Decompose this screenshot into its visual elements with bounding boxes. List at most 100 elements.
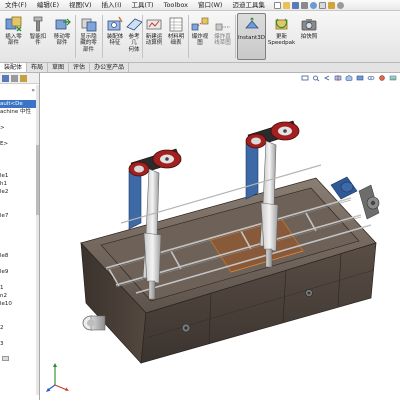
options-icon[interactable] <box>336 1 344 9</box>
rebuild-icon[interactable] <box>327 1 335 9</box>
feature-tree-tab-icon[interactable] <box>2 74 9 82</box>
tab-layout[interactable]: 布局 <box>27 63 49 72</box>
tree-item[interactable] <box>0 132 39 140</box>
tree-item[interactable]: ault<De <box>0 100 39 108</box>
ribbon-label-line: Speedpak <box>267 40 296 47</box>
fastener-icon <box>33 16 43 32</box>
menu-file[interactable]: 文件(F) <box>0 0 32 10</box>
reference-geometry-icon <box>126 18 143 31</box>
tree-item[interactable] <box>0 116 39 124</box>
menu-maidi-tools[interactable]: 迈迪工具集 <box>227 0 270 10</box>
tree-item[interactable] <box>0 276 39 284</box>
tree-item[interactable]: le8 <box>0 252 39 260</box>
show-hidden-icon <box>81 18 96 32</box>
open-icon[interactable] <box>282 1 290 9</box>
ribbon-separator <box>235 15 236 58</box>
tree-item[interactable] <box>0 204 39 212</box>
new-icon[interactable] <box>273 1 281 9</box>
menu-tools[interactable]: 工具(T) <box>127 0 159 10</box>
coordinate-triad <box>46 363 69 392</box>
move-component-button[interactable]: 移动零 部件 <box>50 13 74 60</box>
tree-item[interactable] <box>0 260 39 268</box>
new-motion-study-button[interactable]: 新建运 动算例 <box>143 13 165 60</box>
tree-item[interactable]: le1 <box>0 172 39 180</box>
exploded-view-icon <box>191 17 209 31</box>
menu-window[interactable]: 窗口(W) <box>193 0 228 10</box>
smart-fastener-button[interactable]: 智能扣件 <box>26 13 50 60</box>
ribbon-label-line: 线草图 <box>214 40 231 47</box>
select-icon[interactable] <box>318 1 326 9</box>
quick-access-toolbar <box>273 1 344 9</box>
chevron-right-icon[interactable]: » <box>31 87 35 94</box>
tree-item[interactable]: n2 <box>0 292 39 300</box>
instant3d-icon <box>244 17 259 29</box>
assembly-feature-icon <box>107 16 123 31</box>
insert-components-button[interactable]: 插入零 部件 <box>1 13 26 60</box>
reference-geometry-button[interactable]: 参考几 何体 <box>126 13 143 60</box>
tree-item[interactable]: > <box>0 124 39 132</box>
snapshot-icon <box>301 19 317 31</box>
scrollbar-thumb[interactable] <box>36 145 39 215</box>
ribbon-label-line: 何体 <box>128 46 140 53</box>
move-component-icon <box>55 18 71 30</box>
tree-item[interactable] <box>0 228 39 236</box>
tree-item[interactable] <box>0 148 39 156</box>
show-hidden-components-button[interactable]: 显示隐 藏的零 部件 <box>76 13 101 60</box>
ribbon-label-line: 图 <box>197 40 203 47</box>
bom-icon <box>169 17 183 32</box>
ribbon-label-line: 特征 <box>109 40 121 47</box>
tree-item[interactable] <box>0 308 39 316</box>
tree-item[interactable]: le9 <box>0 268 39 276</box>
update-speedpak-button[interactable]: 更新 Speedpak <box>267 13 296 60</box>
menu-view[interactable]: 视图(V) <box>64 0 97 10</box>
tree-item[interactable]: le7 <box>0 212 39 220</box>
tree-item[interactable]: 2 <box>0 324 39 332</box>
instant3d-button[interactable]: Instant3D <box>237 13 266 60</box>
tree-item[interactable]: achine 中性 <box>0 108 39 116</box>
ribbon-label-line: 件 <box>35 40 41 47</box>
undo-icon[interactable] <box>309 1 317 9</box>
tree-item[interactable] <box>0 164 39 172</box>
menu-toolbox[interactable]: Toolbox <box>159 0 193 10</box>
bill-of-materials-button[interactable]: 材料明 细表 <box>165 13 187 60</box>
tab-sketch[interactable]: 草图 <box>48 63 70 72</box>
tree-item[interactable]: le2 <box>0 188 39 196</box>
insert-part-icon <box>5 16 21 32</box>
tree-item[interactable] <box>0 156 39 164</box>
tree-item[interactable]: E> <box>0 140 39 148</box>
speedpak-icon <box>275 18 287 30</box>
tab-evaluate[interactable]: 评估 <box>69 63 91 72</box>
menu-insert[interactable]: 插入(I) <box>97 0 127 10</box>
print-icon[interactable] <box>300 1 308 9</box>
tree-item[interactable]: h1 <box>0 180 39 188</box>
tree-item[interactable]: 3 <box>0 340 39 348</box>
tree-item[interactable] <box>0 220 39 228</box>
tab-assembly[interactable]: 装配体 <box>0 63 28 72</box>
config-manager-tab-icon[interactable] <box>20 74 27 82</box>
tree-item[interactable]: le10 <box>0 300 39 308</box>
explode-line-sketch-button[interactable]: 爆炸直 线草图 <box>211 13 234 60</box>
tree-item[interactable] <box>0 196 39 204</box>
tree-item[interactable] <box>0 236 39 244</box>
panel-tab-strip <box>0 73 39 84</box>
tree-item[interactable] <box>0 332 39 340</box>
ribbon-label-line: 细表 <box>170 40 182 47</box>
tree-item[interactable]: 1 <box>0 284 39 292</box>
motion-study-icon <box>146 19 162 30</box>
tree-scrollbar[interactable] <box>36 85 39 395</box>
command-manager-tabs: 装配体 布局 草图 评估 办公室产品 <box>0 63 400 73</box>
property-manager-tab-icon[interactable] <box>11 74 18 82</box>
save-icon[interactable] <box>291 1 299 9</box>
command-manager: 插入零 部件 智能扣件 移动零 部件 显示隐 藏的零 部件 装配体 特征 参考几… <box>0 11 400 63</box>
exploded-view-button[interactable]: 爆炸视图 <box>189 13 211 60</box>
feature-manager-panel: » ault<De achine 中性 > E> le1 h1 le2 le7 le8 le9 1 n… <box>0 73 40 400</box>
menu-edit[interactable]: 编辑(E) <box>32 0 64 10</box>
graphics-area[interactable] <box>41 73 400 400</box>
ribbon-label-line: Instant3D <box>238 35 265 41</box>
tree-item[interactable] <box>0 244 39 252</box>
tree-item[interactable] <box>0 316 39 324</box>
solidworks-window: 文件(F) 编辑(E) 视图(V) 插入(I) 工具(T) Toolbox 窗口… <box>0 0 400 400</box>
tab-office-products[interactable]: 办公室产品 <box>90 63 130 72</box>
flotation-machine-model[interactable] <box>41 73 400 400</box>
take-snapshot-button[interactable]: 拍快照 <box>297 13 321 60</box>
